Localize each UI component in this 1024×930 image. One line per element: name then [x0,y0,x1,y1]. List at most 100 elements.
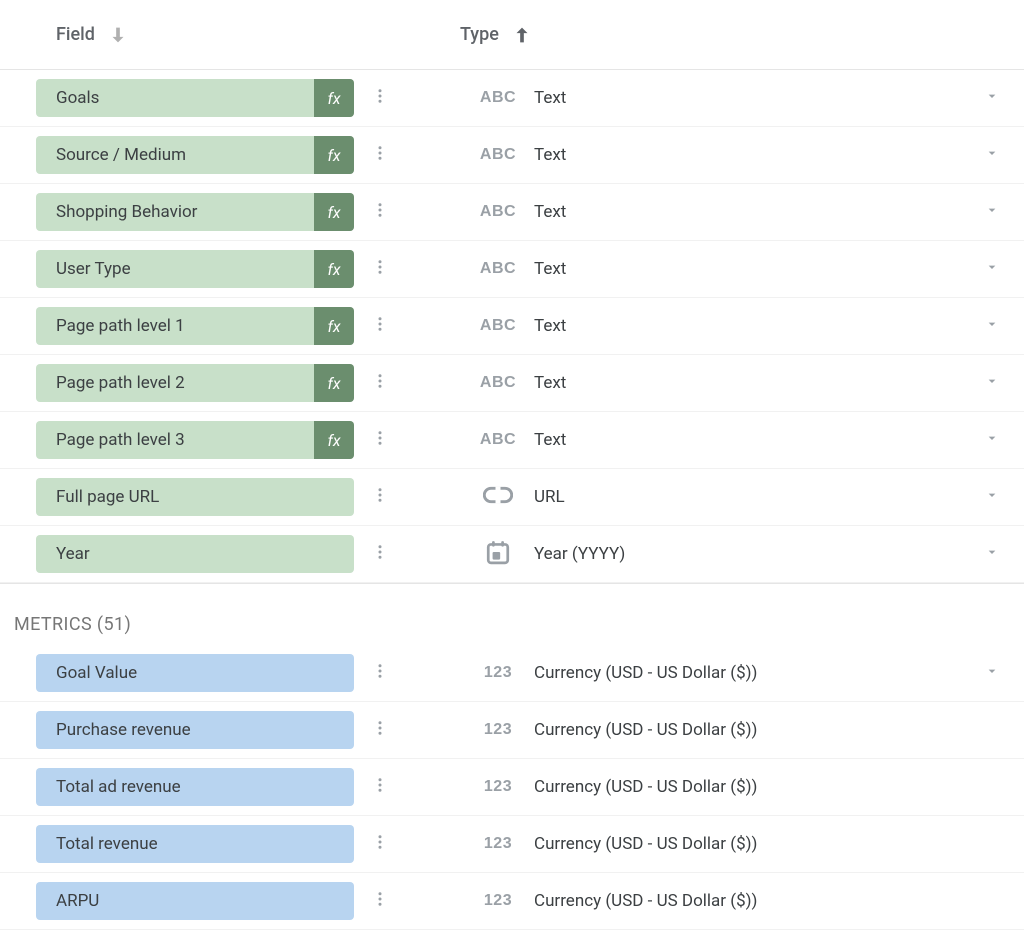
field-name-label: Total ad revenue [36,777,354,797]
dropdown-caret-icon[interactable] [984,88,1000,108]
more-options-icon[interactable] [371,429,389,451]
more-options-button[interactable] [362,653,398,693]
dimension-field-chip[interactable]: Source / Medium fx [36,136,354,174]
type-dropdown[interactable] [976,373,1024,393]
more-options-button[interactable] [362,477,398,517]
type-dropdown[interactable] [976,88,1024,108]
field-name-label: Full page URL [36,487,354,507]
dropdown-caret-icon[interactable] [984,544,1000,564]
type-label: Text [534,316,976,336]
more-options-button[interactable] [362,192,398,232]
more-options-button[interactable] [362,135,398,175]
fx-badge[interactable]: fx [314,79,354,117]
type-label: Currency (USD - US Dollar ($)) [534,834,976,854]
type-dropdown[interactable] [976,430,1024,450]
fx-badge[interactable]: fx [314,364,354,402]
text-type-icon: ABC [480,317,516,335]
dimension-field-chip[interactable]: Page path level 2 fx [36,364,354,402]
type-label: Text [534,430,976,450]
dropdown-caret-icon[interactable] [984,663,1000,683]
type-dropdown[interactable] [976,145,1024,165]
more-options-icon[interactable] [371,543,389,565]
metric-row: Purchase revenue 123 Currency (USD - US … [0,702,1024,759]
field-name-label: Shopping Behavior [36,202,314,222]
metric-field-chip[interactable]: ARPU [36,882,354,920]
number-type-icon: 123 [484,721,512,739]
fx-badge[interactable]: fx [314,307,354,345]
type-dropdown[interactable] [976,544,1024,564]
number-type-icon: 123 [484,892,512,910]
type-label: Year (YYYY) [534,544,976,564]
metric-field-chip[interactable]: Total revenue [36,825,354,863]
field-name-label: User Type [36,259,314,279]
dropdown-caret-icon[interactable] [984,202,1000,222]
dropdown-caret-icon[interactable] [984,487,1000,507]
number-type-icon: 123 [484,835,512,853]
type-label: Text [534,88,976,108]
dimension-field-chip[interactable]: Year [36,535,354,573]
dimension-field-chip[interactable]: Goals fx [36,79,354,117]
dropdown-caret-icon[interactable] [984,145,1000,165]
dimension-row: Full page URL URL [0,469,1024,526]
more-options-button[interactable] [362,306,398,346]
more-options-icon[interactable] [371,890,389,912]
sort-ascending-icon[interactable] [511,24,533,46]
more-options-icon[interactable] [371,833,389,855]
fx-badge[interactable]: fx [314,421,354,459]
more-options-button[interactable] [362,363,398,403]
column-header-row: Field Type [0,0,1024,70]
more-options-button[interactable] [362,881,398,921]
more-options-icon[interactable] [371,144,389,166]
field-column-header[interactable]: Field [56,24,95,45]
dimension-field-chip[interactable]: Full page URL [36,478,354,516]
fx-badge[interactable]: fx [314,193,354,231]
type-dropdown[interactable] [976,316,1024,336]
type-dropdown[interactable] [976,487,1024,507]
type-label: Currency (USD - US Dollar ($)) [534,777,976,797]
more-options-button[interactable] [362,710,398,750]
fx-badge[interactable]: fx [314,136,354,174]
more-options-button[interactable] [362,767,398,807]
dropdown-caret-icon[interactable] [984,373,1000,393]
more-options-button[interactable] [362,78,398,118]
dropdown-caret-icon[interactable] [984,316,1000,336]
dropdown-caret-icon[interactable] [984,430,1000,450]
dimension-row: User Type fx ABC Text [0,241,1024,298]
more-options-icon[interactable] [371,776,389,798]
metric-row: Total ad revenue 123 Currency (USD - US … [0,759,1024,816]
more-options-icon[interactable] [371,662,389,684]
more-options-icon[interactable] [371,719,389,741]
field-name-label: Total revenue [36,834,354,854]
text-type-icon: ABC [480,374,516,392]
type-dropdown[interactable] [976,259,1024,279]
more-options-icon[interactable] [371,486,389,508]
more-options-icon[interactable] [371,315,389,337]
dimension-row: Page path level 1 fx ABC Text [0,298,1024,355]
more-options-button[interactable] [362,534,398,574]
dimension-field-chip[interactable]: Page path level 1 fx [36,307,354,345]
metric-field-chip[interactable]: Total ad revenue [36,768,354,806]
more-options-icon[interactable] [371,201,389,223]
dimension-field-chip[interactable]: User Type fx [36,250,354,288]
more-options-icon[interactable] [371,87,389,109]
more-options-icon[interactable] [371,372,389,394]
more-options-button[interactable] [362,420,398,460]
type-label: Text [534,145,976,165]
type-dropdown[interactable] [976,202,1024,222]
dropdown-caret-icon[interactable] [984,259,1000,279]
more-options-button[interactable] [362,249,398,289]
type-dropdown[interactable] [976,663,1024,683]
metric-field-chip[interactable]: Purchase revenue [36,711,354,749]
sort-descending-icon[interactable] [107,24,129,46]
dimension-field-chip[interactable]: Shopping Behavior fx [36,193,354,231]
more-options-icon[interactable] [371,258,389,280]
metric-field-chip[interactable]: Goal Value [36,654,354,692]
url-type-icon [483,483,513,511]
type-column-header[interactable]: Type [460,24,499,45]
fx-badge[interactable]: fx [314,250,354,288]
metric-row: Total revenue 123 Currency (USD - US Dol… [0,816,1024,873]
more-options-button[interactable] [362,824,398,864]
dimension-field-chip[interactable]: Page path level 3 fx [36,421,354,459]
dimension-row: Page path level 3 fx ABC Text [0,412,1024,469]
metric-row: Goal Value 123 Currency (USD - US Dollar… [0,645,1024,702]
